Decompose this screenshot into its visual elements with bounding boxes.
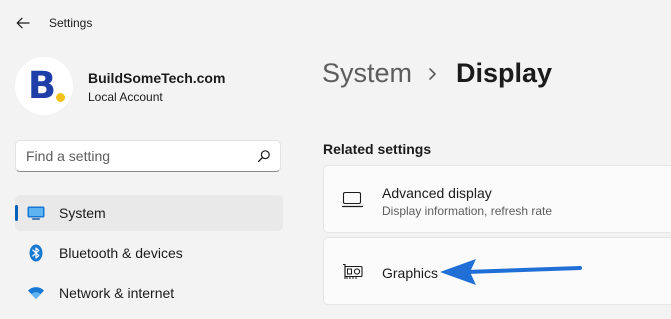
sidebar-item-network[interactable]: Network & internet <box>15 275 283 311</box>
sidebar-item-label: System <box>59 205 106 221</box>
account-type: Local Account <box>88 90 163 104</box>
sidebar-item-label: Bluetooth & devices <box>59 245 183 261</box>
selection-indicator <box>15 205 18 221</box>
card-subtitle: Display information, refresh rate <box>382 204 553 218</box>
sidebar-item-label: Network & internet <box>59 285 175 301</box>
search-box[interactable] <box>15 140 281 172</box>
sidebar-item-system[interactable]: System <box>15 195 283 231</box>
card-title: Graphics <box>382 265 439 281</box>
graphics-card[interactable]: Graphics <box>323 237 671 305</box>
back-arrow-icon <box>16 17 30 29</box>
back-button[interactable] <box>11 12 35 34</box>
breadcrumb-system[interactable]: System <box>322 58 412 89</box>
app-title: Settings <box>49 16 93 30</box>
card-title: Advanced display <box>382 185 492 201</box>
sidebar-item-bluetooth[interactable]: Bluetooth & devices <box>15 235 283 271</box>
wifi-icon <box>27 284 45 302</box>
graphics-card-icon <box>343 263 363 279</box>
search-icon[interactable] <box>257 149 271 163</box>
monitor-icon <box>342 191 364 208</box>
chevron-right-icon <box>429 68 436 80</box>
search-input[interactable] <box>16 141 256 171</box>
title-bar: Settings <box>0 0 671 46</box>
avatar[interactable]: B <box>15 57 73 115</box>
bluetooth-icon <box>27 244 45 262</box>
profile-name: BuildSomeTech.com <box>88 70 226 86</box>
avatar-letter: B <box>27 64 57 107</box>
system-monitor-icon <box>27 204 45 222</box>
page-title: Display <box>456 58 553 88</box>
avatar-dot <box>56 93 65 102</box>
section-title: Related settings <box>323 141 432 157</box>
advanced-display-card[interactable]: Advanced display Display information, re… <box>323 165 671 233</box>
